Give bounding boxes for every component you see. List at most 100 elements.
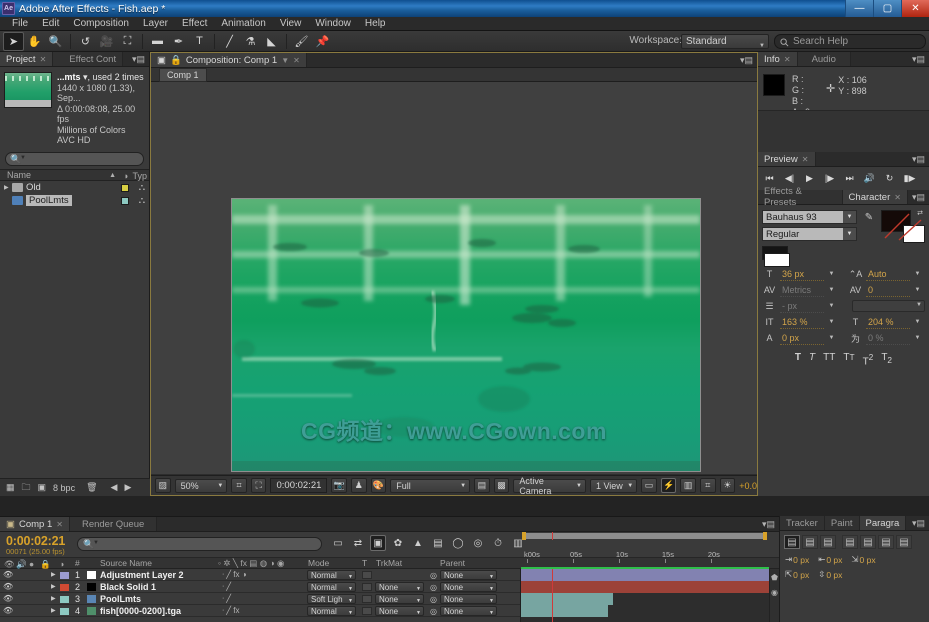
channel-icon[interactable]: 🎨 (370, 478, 387, 493)
layer-duration-bar[interactable] (521, 593, 613, 605)
preserve-transparency-toggle[interactable] (362, 607, 372, 615)
preserve-transparency-toggle[interactable] (362, 595, 372, 603)
chevron-down-icon[interactable]: ▼ (827, 335, 836, 341)
chevron-down-icon[interactable]: ▼ (913, 271, 922, 277)
layer-name[interactable]: fish[0000-0200].tga (100, 606, 181, 616)
new-folder-icon[interactable]: 🗀 (22, 480, 31, 496)
tab-paint[interactable]: Paint (824, 516, 860, 530)
tsume-field[interactable]: 0 % (866, 332, 910, 345)
tab-composition[interactable]: ▣ 🔒 Composition: Comp 1 ▼ ✕ (151, 53, 307, 67)
tab-character[interactable]: Character ✕ (842, 190, 908, 204)
panel-menu-icon[interactable]: ▾▤ (908, 516, 929, 530)
tab-render-queue[interactable]: Render Queue (69, 517, 158, 531)
layer-switches[interactable]: ᐧ ╱ fx ◑ (222, 570, 247, 579)
work-area-ruler[interactable] (520, 532, 769, 558)
brainstorm-icon[interactable]: ◯ (450, 535, 466, 551)
justify-last-left-icon[interactable]: ▤ (842, 535, 858, 549)
layer-switches[interactable]: ᐧ ╱ (222, 582, 231, 591)
fill-stroke-swatches[interactable]: ⇄ (881, 210, 925, 243)
layer-name[interactable]: Black Solid 1 (100, 582, 156, 592)
layer-visibility-icon[interactable]: 👁 (3, 606, 13, 615)
audio-icon[interactable]: 🔊 (861, 171, 878, 186)
anchor-point-tool[interactable]: ⛶ (117, 32, 138, 51)
work-area-end-handle[interactable] (763, 532, 767, 540)
play-icon[interactable]: ▶ (801, 171, 818, 186)
fast-previews-icon[interactable]: ⚡ (660, 478, 677, 493)
stroke-type-select[interactable]: ▼ (852, 300, 925, 312)
timeline-scrollbar[interactable]: ⬟ ◉ (769, 569, 779, 622)
menu-effect[interactable]: Effect (175, 17, 214, 31)
superscript-icon[interactable]: T2 (863, 352, 874, 367)
trkmat-select[interactable]: None ▼ (375, 594, 424, 604)
exposure-icon[interactable]: ☀ (719, 478, 736, 493)
parent-pickwhip-icon[interactable]: ◎ (430, 607, 437, 616)
justify-all-icon[interactable]: ▤ (896, 535, 912, 549)
leading-field[interactable]: Auto (866, 268, 910, 281)
layer-disclosure-icon[interactable]: ▶ (51, 571, 56, 578)
tab-effects-presets[interactable]: Effects & Presets (758, 186, 843, 208)
font-size-field[interactable]: 36 px (780, 268, 824, 281)
parent-select[interactable]: None ▼ (440, 594, 497, 604)
tab-project[interactable]: Project ✕ (0, 52, 54, 66)
preserve-transparency-toggle[interactable] (362, 583, 372, 591)
minimize-button[interactable]: — (845, 0, 873, 17)
prev-frame-icon[interactable]: ◀| (781, 171, 798, 186)
menu-help[interactable]: Help (358, 17, 393, 31)
layer-visibility-icon[interactable]: 👁 (3, 594, 13, 603)
timeline-graph[interactable] (520, 567, 769, 622)
menu-animation[interactable]: Animation (214, 17, 272, 31)
layer-name[interactable]: PoolLmts (100, 594, 141, 604)
close-icon[interactable]: ✕ (40, 55, 47, 64)
motion-blur-icon[interactable]: ▤ (430, 535, 446, 551)
layer-duration-bar[interactable] (521, 605, 608, 617)
region-icon[interactable]: ▤ (474, 478, 490, 493)
space-after-field[interactable]: ⇳ 0 px (818, 569, 842, 580)
chevron-down-icon[interactable]: ▼ (827, 271, 836, 277)
indent-right-field[interactable]: ⇤ 0 px (818, 554, 842, 565)
pixel-aspect-icon[interactable]: ▭ (641, 478, 657, 493)
layer-disclosure-icon[interactable]: ▶ (51, 607, 56, 614)
all-caps-icon[interactable]: TT (823, 352, 835, 367)
justify-last-center-icon[interactable]: ▤ (860, 535, 876, 549)
tab-info[interactable]: Info ✕ (758, 52, 798, 66)
tab-audio[interactable]: Audio (797, 52, 851, 66)
layer-label-color[interactable] (60, 596, 69, 603)
work-area-start-handle[interactable] (522, 532, 526, 540)
tab-paragraph[interactable]: Paragra (859, 516, 907, 530)
live-update-icon[interactable]: ⇄ (350, 535, 366, 551)
close-icon[interactable]: ✕ (802, 155, 809, 164)
panel-menu-icon[interactable]: ▾▤ (128, 52, 149, 66)
frame-blending-icon[interactable]: ▲ (410, 535, 426, 551)
exposure-value[interactable]: +0.0 (739, 481, 757, 491)
italic-icon[interactable]: T (809, 352, 815, 367)
selection-tool[interactable]: ➤ (3, 31, 24, 51)
layer-label-color[interactable] (60, 584, 69, 591)
snapshot-icon[interactable]: 📷 (331, 478, 347, 493)
bit-depth-label[interactable]: 8 bpc (53, 483, 75, 493)
comp-timecode[interactable]: 0:00:02:21 (270, 478, 328, 493)
panel-menu-icon[interactable]: ▾▤ (758, 517, 779, 531)
view-layout-select[interactable]: 1 View ▼ (589, 478, 638, 493)
camera-view-select[interactable]: Active Camera ▼ (513, 476, 586, 496)
delete-icon[interactable]: 🗑 (86, 482, 97, 493)
trkmat-select[interactable]: None ▼ (375, 582, 424, 592)
small-caps-icon[interactable]: TT (843, 352, 854, 367)
menu-file[interactable]: File (5, 17, 35, 31)
current-timecode[interactable]: 0:00:02:21 (6, 534, 65, 548)
indent-left-field[interactable]: ⇥ 0 px (785, 554, 809, 565)
sort-arrow-icon[interactable]: ▲ (109, 172, 116, 179)
magnification-select[interactable]: 50% ▼ (174, 478, 228, 493)
chevron-down-icon[interactable]: ▼ (281, 56, 289, 65)
baseline-shift-field[interactable]: 0 px (780, 332, 824, 345)
hand-tool[interactable]: ✋ (24, 32, 45, 51)
region-of-interest-icon[interactable]: ⌗ (231, 478, 247, 493)
prev-icon[interactable]: ◀ (111, 482, 118, 493)
blend-mode-select[interactable]: Soft Ligh ▼ (307, 594, 356, 604)
first-frame-icon[interactable]: ⏮ (761, 171, 778, 186)
rotation-tool[interactable]: ↺ (75, 32, 96, 51)
blend-mode-select[interactable]: Normal ▼ (307, 570, 356, 580)
breadcrumb-comp1[interactable]: Comp 1 (159, 67, 207, 82)
justify-last-right-icon[interactable]: ▤ (878, 535, 894, 549)
kerning-field[interactable]: Metrics (780, 284, 824, 297)
workspace-select[interactable]: Standard ▼ (681, 34, 769, 49)
